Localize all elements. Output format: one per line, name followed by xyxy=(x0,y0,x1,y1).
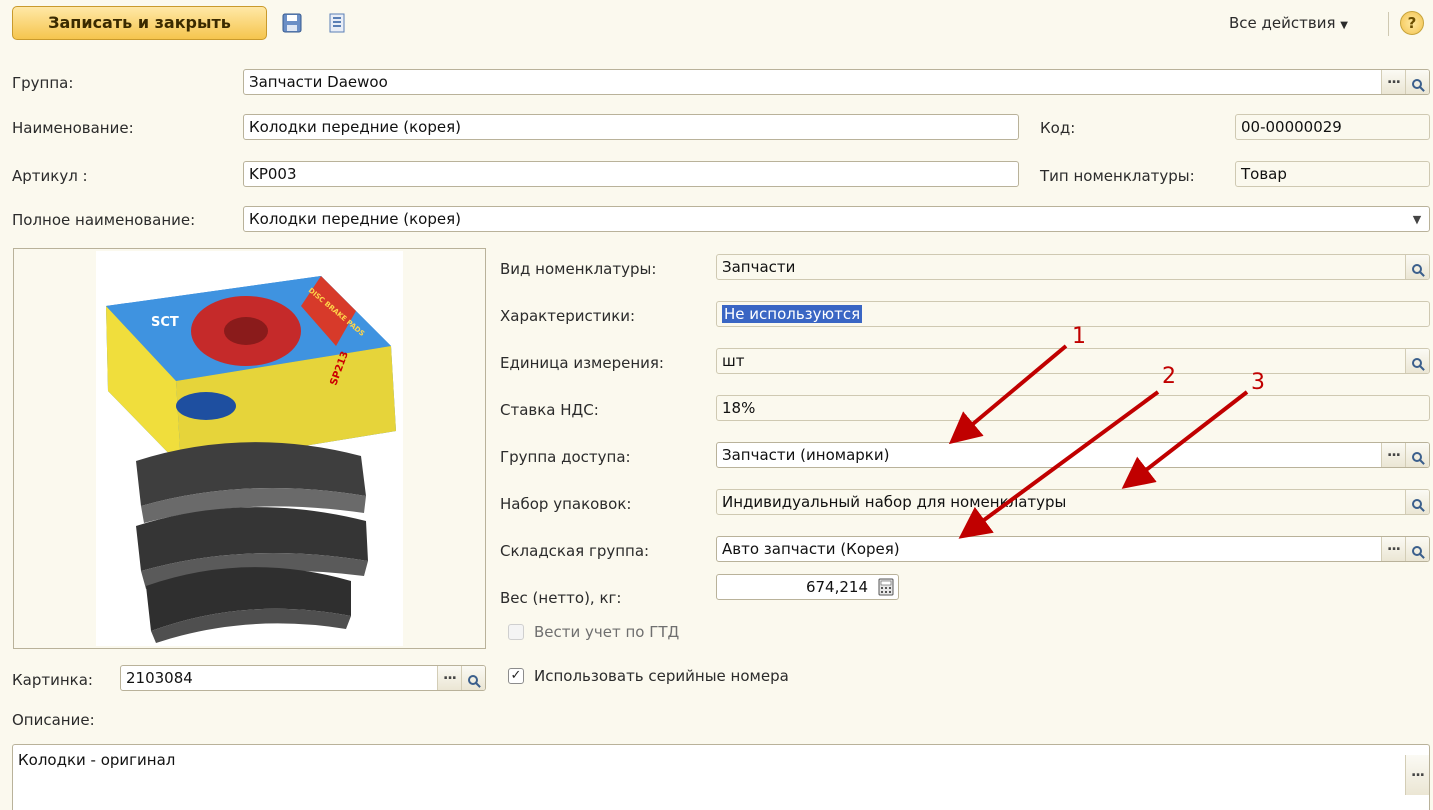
annotation-label-3: 3 xyxy=(1251,370,1265,395)
annotation-label-2: 2 xyxy=(1162,364,1176,389)
annotation-arrows xyxy=(948,344,1249,539)
annotation-arrow-2 xyxy=(958,390,1160,539)
annotation-arrow-3 xyxy=(1121,390,1249,489)
annotation-arrow-1 xyxy=(948,344,1068,445)
annotation-label-1: 1 xyxy=(1072,324,1086,349)
